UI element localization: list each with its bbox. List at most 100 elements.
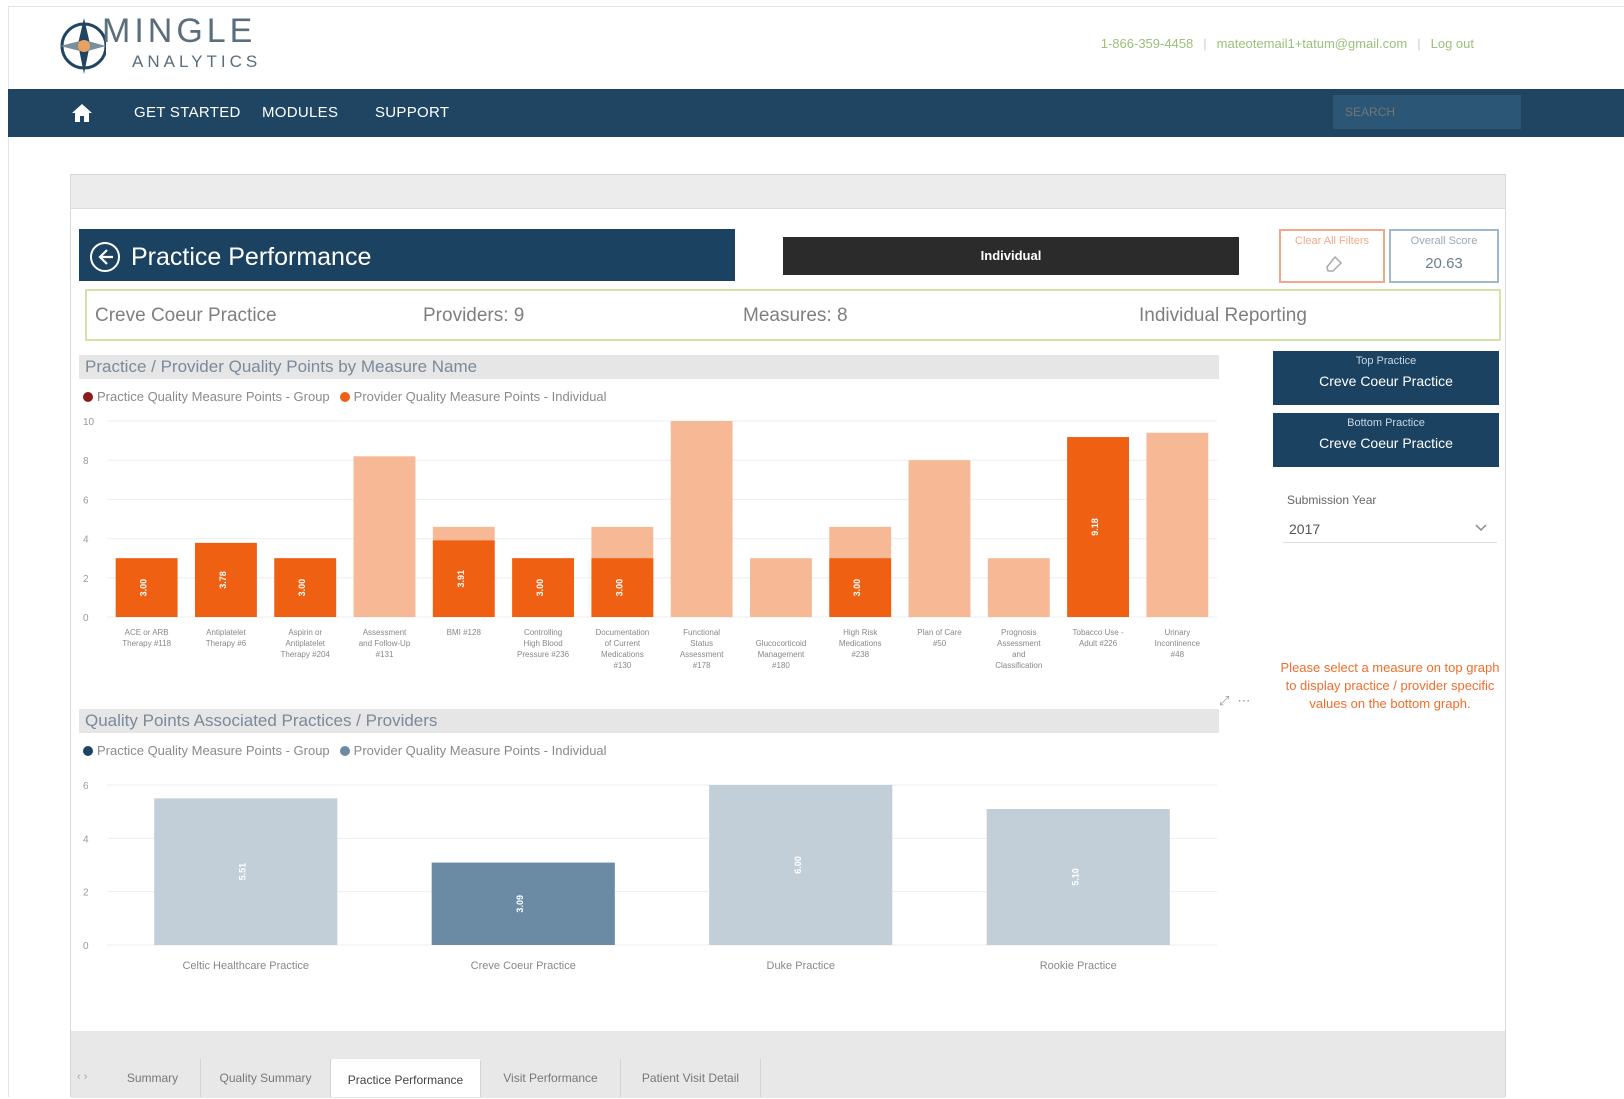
submission-year-label: Submission Year	[1287, 493, 1377, 507]
x-category-label: Creve Coeur Practice	[471, 960, 576, 972]
logout-link[interactable]: Log out	[1431, 36, 1474, 51]
measures-count: Measures: 8	[743, 305, 848, 326]
bar-data-label: 3.00	[535, 579, 545, 597]
x-category-label: Classification	[995, 661, 1042, 670]
x-category-label: Status	[690, 639, 713, 648]
y-tick-label: 6	[83, 781, 89, 792]
bar-data-label: 3.78	[218, 571, 228, 589]
bottom-practice-card: Bottom Practice Creve Coeur Practice	[1273, 413, 1499, 467]
x-category-label: #131	[376, 650, 394, 659]
legend-label-group: Practice Quality Measure Points - Group	[97, 743, 330, 758]
nav-get-started[interactable]: GET STARTED	[134, 104, 241, 121]
x-category-label: of Current	[605, 639, 641, 648]
x-category-label: #130	[613, 661, 631, 670]
tab-quality-summary[interactable]: Quality Summary	[201, 1059, 331, 1097]
back-arrow-icon[interactable]	[89, 241, 121, 273]
more-options-icon[interactable]: ⋯	[1237, 693, 1250, 709]
x-category-label: Therapy #6	[206, 639, 247, 648]
x-category-label: Therapy #204	[281, 650, 331, 659]
title-banner: Practice Performance	[79, 229, 735, 281]
x-category-label: and Follow-Up	[359, 639, 411, 648]
y-tick-label: 0	[83, 613, 89, 624]
x-category-label: Rookie Practice	[1040, 960, 1117, 972]
report-page-tabs: ‹ › Summary Quality Summary Practice Per…	[71, 1031, 1505, 1098]
nav-support[interactable]: SUPPORT	[375, 104, 449, 121]
tab-patient-visit-detail[interactable]: Patient Visit Detail	[621, 1059, 761, 1097]
report-toolbar	[71, 175, 1505, 209]
bar-data-label: 3.00	[297, 579, 307, 597]
x-category-label: Medications	[839, 639, 882, 648]
main-navbar: GET STARTED MODULES SUPPORT	[8, 89, 1624, 137]
bottom-practice-label: Bottom Practice	[1347, 417, 1425, 429]
x-category-label: #48	[1171, 650, 1185, 659]
submission-year-value: 2017	[1289, 521, 1321, 537]
bar-data-label: 3.00	[852, 579, 862, 597]
legend-dot-group	[83, 391, 93, 402]
search-input[interactable]	[1333, 95, 1521, 129]
top-bar-chart[interactable]: 0 2 4 6 8 10 3.00 ACE or ARB Therapy #118 3.78 Ant…	[79, 411, 1223, 693]
nav-modules[interactable]: MODULES	[262, 104, 338, 121]
x-category-label: High Blood	[524, 639, 563, 648]
individual-toggle-button[interactable]: Individual	[783, 237, 1239, 275]
divider: |	[1203, 36, 1207, 51]
x-category-label: Assessment	[363, 628, 407, 637]
email-link[interactable]: mateotemail1+tatum@gmail.com	[1217, 36, 1408, 51]
x-category-label: Plan of Care	[917, 628, 962, 637]
x-category-label: High Risk	[843, 628, 878, 637]
bottom-bar-chart[interactable]: 0 2 4 6 5.51 Celtic Healthcare Practice 3.09 Cr…	[79, 775, 1223, 997]
logo-subtitle: ANALYTICS	[132, 52, 262, 71]
x-category-label: and	[1012, 650, 1025, 659]
y-tick-label: 8	[83, 456, 89, 467]
tab-visit-performance[interactable]: Visit Performance	[481, 1059, 621, 1097]
header-links: 1-866-359-4458 | mateotemail1+tatum@gmai…	[1101, 36, 1474, 51]
bar-group	[353, 456, 416, 617]
tab-practice-performance[interactable]: Practice Performance	[331, 1059, 481, 1097]
x-category-label: Incontinence	[1155, 639, 1201, 648]
submission-year-dropdown[interactable]: 2017	[1283, 513, 1497, 543]
bottom-chart-legend: Practice Quality Measure Points - Group …	[83, 743, 607, 758]
practice-name: Creve Coeur Practice	[95, 305, 277, 326]
x-category-label: Celtic Healthcare Practice	[182, 960, 309, 972]
y-tick-label: 6	[83, 495, 89, 506]
chevron-down-icon	[1475, 524, 1487, 532]
focus-mode-icon[interactable]: ⤢	[1219, 693, 1229, 709]
x-category-label: Antiplatelet	[206, 628, 246, 637]
mingle-logo[interactable]: MINGLE ANALYTICS	[58, 8, 298, 80]
x-category-label: Medications	[601, 650, 644, 659]
home-icon[interactable]	[70, 101, 94, 125]
y-tick-label: 2	[83, 888, 89, 899]
legend-label-individual: Provider Quality Measure Points - Indivi…	[353, 389, 607, 404]
phone-link[interactable]: 1-866-359-4458	[1101, 36, 1194, 51]
x-category-label: Controlling	[524, 628, 562, 637]
y-tick-label: 4	[83, 834, 89, 845]
x-category-label: Pressure #236	[517, 650, 570, 659]
bar-group	[1146, 432, 1209, 617]
compass-logo-icon	[60, 18, 108, 74]
x-category-label: Antiplatelet	[285, 639, 325, 648]
report-canvas: Practice Performance Individual Clear Al…	[70, 174, 1506, 1098]
y-tick-label: 10	[83, 417, 95, 428]
top-practice-value: Creve Coeur Practice	[1319, 373, 1453, 389]
top-practice-label: Top Practice	[1355, 355, 1417, 367]
top-practice-card: Top Practice Creve Coeur Practice	[1273, 351, 1499, 405]
clear-filters-button[interactable]: Clear All Filters	[1279, 229, 1385, 283]
tab-scroll-arrows[interactable]: ‹ ›	[77, 1071, 87, 1083]
tab-summary[interactable]: Summary	[105, 1059, 201, 1097]
y-tick-label: 4	[83, 535, 89, 546]
legend-label-group: Practice Quality Measure Points - Group	[97, 389, 330, 404]
bottom-chart-title: Quality Points Associated Practices / Pr…	[79, 709, 1219, 733]
x-category-label: Documentation	[595, 628, 649, 637]
bar-data-label: 5.10	[1070, 868, 1080, 886]
logo-wordmark: MINGLE	[102, 12, 257, 50]
bar-data-label: 3.00	[139, 579, 149, 597]
bar-group	[908, 460, 971, 617]
overall-score-card: Overall Score 20.63	[1389, 229, 1499, 283]
x-category-label: BMI #128	[447, 628, 482, 637]
x-category-label: Assessment	[680, 650, 724, 659]
overall-score-label: Overall Score	[1410, 235, 1478, 247]
bar-data-label: 3.09	[515, 895, 525, 913]
bar-group	[750, 558, 812, 617]
legend-dot-individual	[339, 745, 350, 756]
x-category-label: Glucocorticoid	[756, 639, 807, 648]
bar-data-label: 3.00	[614, 579, 624, 597]
